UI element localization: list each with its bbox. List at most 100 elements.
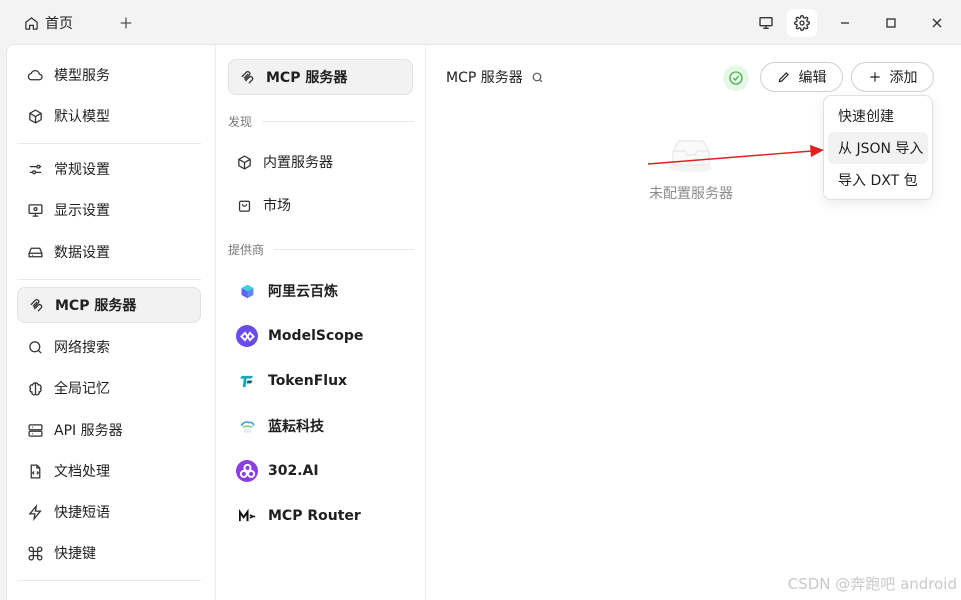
sidebar-divider <box>17 580 201 581</box>
cloud-icon <box>27 69 43 80</box>
provider-bailian[interactable]: 阿里云百炼 <box>226 273 411 309</box>
minimize-button[interactable] <box>830 9 860 37</box>
add-label: 添加 <box>889 70 918 86</box>
provider-302ai[interactable]: 302.AI <box>226 453 411 489</box>
sidebar-item-display[interactable]: 显示设置 <box>17 192 201 228</box>
sidebar-divider <box>17 279 201 280</box>
sidebar-item-label: API 服务器 <box>54 423 123 439</box>
sidebar-item-documents[interactable]: 文档处理 <box>17 453 201 489</box>
sidebar-item-api-server[interactable]: API 服务器 <box>17 412 201 448</box>
sidebar-item-general[interactable]: 常规设置 <box>17 151 201 187</box>
menu-item-import-dxt[interactable]: 导入 DXT 包 <box>828 164 928 196</box>
page-title: MCP 服务器 <box>446 67 544 87</box>
maximize-icon <box>886 18 896 28</box>
monitor-button[interactable] <box>751 9 781 37</box>
sidebar-item-memory[interactable]: 全局记忆 <box>17 370 201 406</box>
maximize-button[interactable] <box>876 9 906 37</box>
pencil-icon <box>778 72 789 83</box>
mcp-nav-market[interactable]: 市场 <box>226 187 411 223</box>
sidebar-item-shortcuts[interactable]: 快捷键 <box>17 535 201 571</box>
mcp-router-logo-icon <box>236 505 258 527</box>
empty-state: 未配置服务器 <box>626 135 756 203</box>
server-icon <box>28 423 43 437</box>
section-divider <box>274 249 414 250</box>
sidebar-item-label: 快捷键 <box>54 546 96 562</box>
discover-section-label: 发现 <box>228 115 253 129</box>
sidebar-item-quick-phrases[interactable]: 快捷短语 <box>17 494 201 530</box>
search-icon <box>29 340 42 354</box>
mcp-nav-servers[interactable]: MCP 服务器 <box>228 59 413 95</box>
sidebar-item-mcp[interactable]: MCP 服务器 <box>17 287 201 323</box>
status-badge[interactable] <box>723 65 749 91</box>
plus-icon <box>120 17 132 29</box>
mcp-nav-label: MCP 服务器 <box>266 70 348 86</box>
sidebar-item-label: 默认模型 <box>54 109 110 125</box>
sidebar-item-model-service[interactable]: 模型服务 <box>17 57 201 93</box>
302ai-logo-icon <box>236 460 258 482</box>
provider-label: ModelScope <box>268 328 364 344</box>
add-button[interactable]: 添加 <box>851 62 934 92</box>
lanyun-logo-icon <box>236 415 258 437</box>
file-code-icon <box>30 463 41 479</box>
minimize-icon <box>841 22 849 24</box>
monitor-icon <box>759 17 773 29</box>
mcp-icon <box>30 298 43 312</box>
tab-home[interactable]: 首页 <box>12 8 100 38</box>
search-icon[interactable] <box>531 71 544 84</box>
menu-item-import-json[interactable]: 从 JSON 导入 <box>828 132 928 164</box>
add-dropdown-menu: 快速创建 从 JSON 导入 导入 DXT 包 <box>823 95 933 200</box>
tab-label: 首页 <box>45 16 73 32</box>
provider-mcp-router[interactable]: MCP Router <box>226 498 411 534</box>
mcp-nav-label: 内置服务器 <box>263 155 333 171</box>
provider-label: TokenFlux <box>268 373 348 389</box>
sidebar-item-label: 全局记忆 <box>54 381 110 397</box>
sidebar-item-data[interactable]: 数据设置 <box>17 234 201 270</box>
app-window: 模型服务 默认模型 常规设置 显示设置 数据设置 MCP 服务器 网络搜索 全局… <box>6 44 961 600</box>
mcp-nav: MCP 服务器 发现 内置服务器 市场 提供商 阿里云百炼 ModelScope <box>216 45 426 600</box>
title-bar: 首页 <box>0 0 961 44</box>
sidebar-item-label: 模型服务 <box>54 68 110 84</box>
mcp-nav-label: 市场 <box>263 198 291 214</box>
sidebar-item-label: 网络搜索 <box>54 340 110 356</box>
zap-icon <box>28 503 42 521</box>
cube-icon <box>238 154 251 170</box>
close-button[interactable] <box>922 9 952 37</box>
sidebar-item-label: 数据设置 <box>54 245 110 261</box>
storage-icon <box>28 247 43 257</box>
section-divider <box>262 121 414 122</box>
edit-button[interactable]: 编辑 <box>760 62 843 92</box>
provider-label: MCP Router <box>268 508 361 524</box>
sidebar-item-default-model[interactable]: 默认模型 <box>17 98 201 134</box>
bailian-logo-icon <box>236 280 258 302</box>
plus-icon <box>869 72 880 82</box>
mcp-nav-builtin[interactable]: 内置服务器 <box>226 144 411 180</box>
sidebar-item-label: MCP 服务器 <box>55 298 137 314</box>
sidebar-item-label: 文档处理 <box>54 464 110 480</box>
monitor-settings-icon <box>28 203 43 217</box>
sidebar-item-web-search[interactable]: 网络搜索 <box>17 329 201 365</box>
add-tab-button[interactable] <box>112 10 140 36</box>
menu-item-quick-create[interactable]: 快速创建 <box>828 100 928 132</box>
watermark: CSDN @奔跑吧 android <box>787 575 957 593</box>
provider-lanyun[interactable]: 蓝耘科技 <box>226 408 411 444</box>
shopping-bag-icon <box>238 200 251 212</box>
sidebar-item-label: 显示设置 <box>54 203 110 219</box>
provider-modelscope[interactable]: ModelScope <box>226 318 411 354</box>
provider-tokenflux[interactable]: TokenFlux <box>226 363 411 399</box>
edit-label: 编辑 <box>798 70 827 86</box>
mcp-icon <box>241 70 254 84</box>
sliders-icon <box>29 164 42 174</box>
provider-label: 蓝耘科技 <box>268 419 324 435</box>
check-circle-icon <box>729 71 743 85</box>
modelscope-logo-icon <box>236 325 258 347</box>
empty-box-icon <box>669 140 713 172</box>
settings-button[interactable] <box>787 9 817 37</box>
brain-icon <box>29 381 42 395</box>
tokenflux-logo-icon <box>236 370 258 392</box>
cube-icon <box>29 108 42 124</box>
provider-label: 302.AI <box>268 463 319 479</box>
close-icon <box>932 18 942 28</box>
empty-text: 未配置服务器 <box>649 186 733 202</box>
sidebar-divider <box>17 143 201 144</box>
provider-label: 阿里云百炼 <box>268 284 338 300</box>
